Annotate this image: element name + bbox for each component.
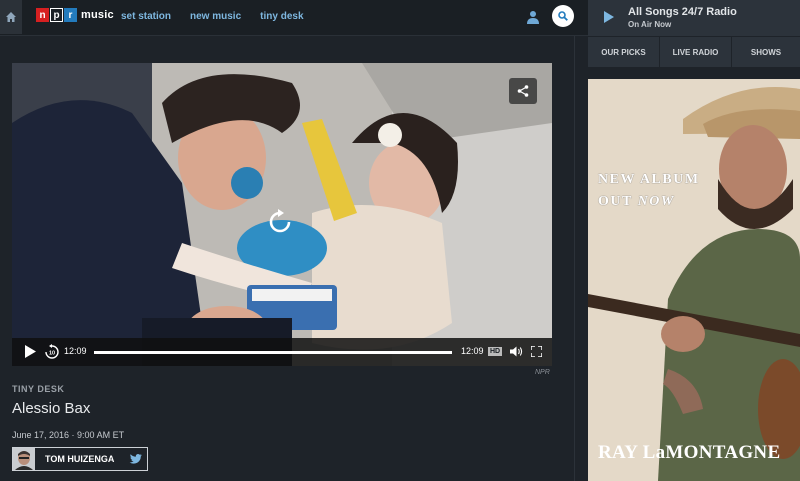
user-icon[interactable] <box>527 10 539 24</box>
nav-link-set-station[interactable]: set station <box>121 11 171 22</box>
story-date: June 17, 2016 · 9:00 AM ET <box>12 430 125 440</box>
ad-artist-image <box>588 79 800 481</box>
top-nav: n p r music set station new music tiny d… <box>0 0 588 36</box>
album-ad[interactable]: NEW ALBUM OUT NOW RAY LaMONTAGNE <box>588 79 800 481</box>
video-credit: NPR <box>535 369 550 376</box>
ad-headline-line2: OUT NOW <box>598 194 675 210</box>
logo-letter-n: n <box>36 8 49 22</box>
author-avatar <box>13 448 35 470</box>
search-icon <box>558 11 568 21</box>
rewind-10-icon[interactable]: 10 <box>44 344 60 360</box>
logo-word-music: music <box>81 9 114 21</box>
hd-badge[interactable]: HD <box>488 347 503 356</box>
video-player[interactable]: 10 12:09 12:09 HD <box>12 63 552 366</box>
fullscreen-icon[interactable] <box>531 346 542 357</box>
npr-music-logo[interactable]: n p r music <box>36 8 114 22</box>
home-button[interactable] <box>0 0 22 34</box>
ad-headline-now: NOW <box>637 194 675 209</box>
nav-link-new-music[interactable]: new music <box>190 11 241 22</box>
radio-player[interactable]: All Songs 24/7 Radio On Air Now <box>588 0 800 36</box>
tab-shows[interactable]: SHOWS <box>732 37 800 67</box>
logo-letter-r: r <box>64 8 77 22</box>
column-divider <box>574 36 575 481</box>
nav-link-tiny-desk[interactable]: tiny desk <box>260 11 303 22</box>
story-kicker[interactable]: TINY DESK <box>12 384 64 394</box>
replay-icon[interactable] <box>267 209 293 235</box>
radio-station-name: All Songs 24/7 Radio <box>628 6 737 18</box>
duration-time: 12:09 <box>461 346 484 356</box>
current-time: 12:09 <box>64 346 87 356</box>
search-button[interactable] <box>552 5 574 27</box>
tab-live-radio[interactable]: LIVE RADIO <box>660 37 732 67</box>
share-icon <box>517 85 529 97</box>
ad-headline-line1: NEW ALBUM <box>598 172 700 187</box>
video-controls: 10 12:09 12:09 HD <box>12 338 552 366</box>
author-byline[interactable]: TOM HUIZENGA <box>12 447 148 471</box>
svg-text:10: 10 <box>49 351 55 357</box>
twitter-icon[interactable] <box>129 452 143 466</box>
tab-our-picks[interactable]: OUR PICKS <box>588 37 660 67</box>
share-button[interactable] <box>509 78 537 104</box>
home-icon <box>6 12 16 22</box>
volume-icon[interactable] <box>510 346 523 357</box>
story-title: Alessio Bax <box>12 400 91 417</box>
progress-fill <box>94 351 452 354</box>
radio-status: On Air Now <box>628 20 672 29</box>
radio-play-icon[interactable] <box>604 11 614 23</box>
author-name[interactable]: TOM HUIZENGA <box>45 454 114 464</box>
sidebar-tabs: OUR PICKS LIVE RADIO SHOWS <box>588 37 800 67</box>
ad-headline-out: OUT <box>598 194 638 209</box>
page: n p r music set station new music tiny d… <box>0 0 800 481</box>
logo-letter-p: p <box>50 8 63 22</box>
play-icon[interactable] <box>25 345 36 358</box>
ad-artist-name: RAY LaMONTAGNE <box>598 442 781 463</box>
progress-bar[interactable] <box>94 351 452 354</box>
nav-links: set station new music tiny desk <box>121 11 304 22</box>
